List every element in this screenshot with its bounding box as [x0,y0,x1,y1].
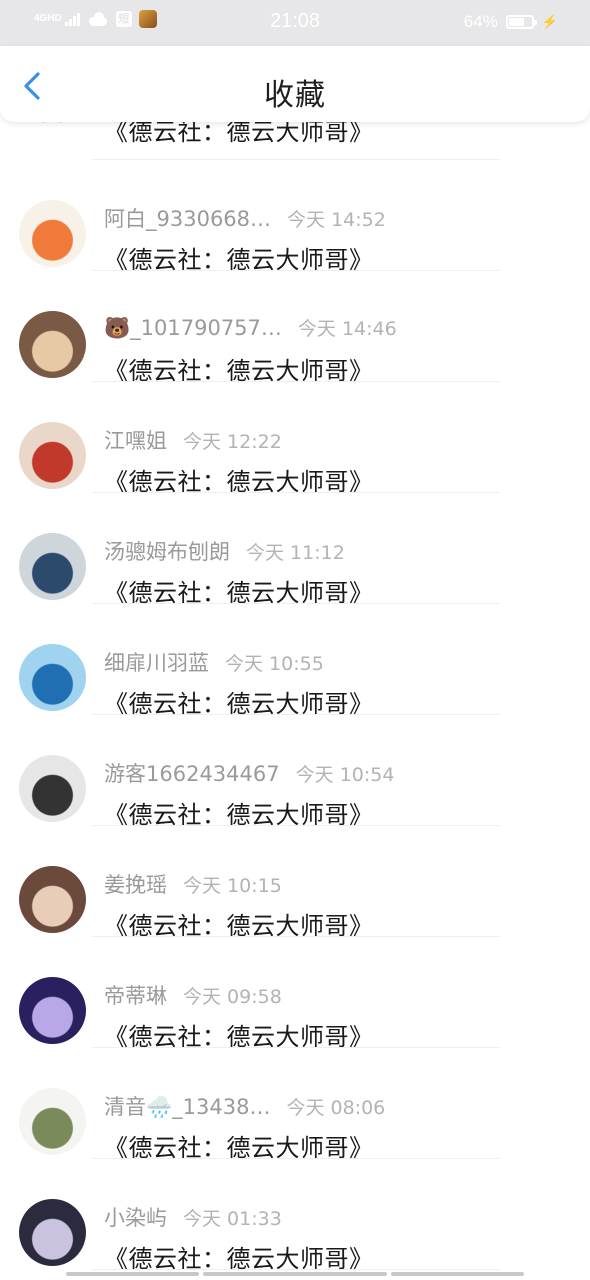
avatar[interactable] [19,1199,86,1266]
item-meta: 帝蒂琳 今天 09:58 [104,980,282,1010]
item-meta: 小染屿 今天 01:33 [104,1202,282,1232]
item-timestamp: 今天 14:46 [297,318,397,340]
charging-icon: ⚡ [541,14,558,29]
item-username[interactable]: 汤骢姆布刨朗 [104,536,230,566]
item-timestamp: 今天 01:33 [183,1208,282,1230]
item-username[interactable]: 帝蒂琳 [104,980,167,1010]
item-meta: 姜挽瑶 今天 10:15 [104,869,282,899]
list-item[interactable]: 🐻_101790757… 今天 14:46 《德云社：德云大师哥》 [0,271,590,385]
item-username[interactable]: 游客1662434467 [104,758,280,788]
home-indicator [391,1272,524,1276]
list-item[interactable]: 汤骢姆布刨朗 今天 11:12 《德云社：德云大师哥》 [0,493,590,607]
list-item[interactable]: 帝蒂琳 今天 09:58 《德云社：德云大师哥》 [0,937,590,1051]
item-timestamp: 今天 09:58 [183,986,282,1008]
item-username[interactable]: 阿白_9330668… [104,203,271,233]
avatar[interactable] [19,977,86,1044]
item-username[interactable]: 🐻_101790757… [104,316,282,341]
item-meta: 阿白_9330668… 今天 14:52 [104,203,386,233]
list-item[interactable]: 小染屿 今天 01:33 《德云社：德云大师哥》 [0,1159,590,1273]
favorites-list: 《德云社：德云大师哥》 阿白_9330668… 今天 14:52 《德云社：德云大师… [0,70,590,1273]
list-item[interactable]: 姜挽瑶 今天 10:15 《德云社：德云大师哥》 [0,826,590,940]
item-timestamp: 今天 10:15 [183,875,282,897]
list-item[interactable]: 江嘿姐 今天 12:22 《德云社：德云大师哥》 [0,382,590,496]
item-meta: 游客1662434467 今天 10:54 [104,758,394,788]
page-title: 收藏 [264,78,326,113]
avatar[interactable] [19,866,86,933]
item-meta: 清音🌧️_13438… 今天 08:06 [104,1091,385,1121]
item-meta: 汤骢姆布刨朗 今天 11:12 [104,536,345,566]
favorites-rows: 阿白_9330668… 今天 14:52 《德云社：德云大师哥》 🐻_10179075… [0,160,590,1273]
item-username[interactable]: 清音🌧️_13438… [104,1091,270,1121]
list-item[interactable]: 细扉川羽蓝 今天 10:55 《德云社：德云大师哥》 [0,604,590,718]
item-meta: 🐻_101790757… 今天 14:46 [104,314,397,341]
item-username[interactable]: 姜挽瑶 [104,869,167,899]
avatar[interactable] [19,422,86,489]
home-indicator [203,1272,387,1276]
home-indicator [66,1272,199,1276]
item-username[interactable]: 细扉川羽蓝 [104,647,209,677]
status-bar: 4GHD 短 21:08 64% ⚡ [0,0,590,46]
item-timestamp: 今天 08:06 [286,1097,386,1119]
divider [92,1269,500,1270]
list-item[interactable]: 游客1662434467 今天 10:54 《德云社：德云大师哥》 [0,715,590,829]
item-timestamp: 今天 12:22 [183,431,282,453]
avatar[interactable] [19,200,86,267]
favorites-screen: 4GHD 短 21:08 64% ⚡ 《德云社：德云大师哥》 阿白_933066… [0,0,590,1280]
avatar[interactable] [19,644,86,711]
list-item[interactable]: 阿白_9330668… 今天 14:52 《德云社：德云大师哥》 [0,160,590,274]
item-meta: 细扉川羽蓝 今天 10:55 [104,647,324,677]
item-meta: 江嘿姐 今天 12:22 [104,425,282,455]
item-timestamp: 今天 14:52 [287,209,386,231]
avatar[interactable] [19,533,86,600]
item-timestamp: 今天 10:54 [295,764,395,786]
battery-percent: 64% [463,12,498,31]
avatar[interactable] [19,311,86,378]
list-item[interactable]: 清音🌧️_13438… 今天 08:06 《德云社：德云大师哥》 [0,1048,590,1162]
item-timestamp: 今天 10:55 [225,653,324,675]
header: 收藏 [0,46,590,122]
item-username[interactable]: 小染屿 [104,1202,167,1232]
battery-icon [505,15,537,29]
item-timestamp: 今天 11:12 [246,542,345,564]
item-username[interactable]: 江嘿姐 [104,425,167,455]
avatar[interactable] [19,755,86,822]
avatar[interactable] [19,1088,86,1155]
status-right: 64% ⚡ [464,12,558,32]
